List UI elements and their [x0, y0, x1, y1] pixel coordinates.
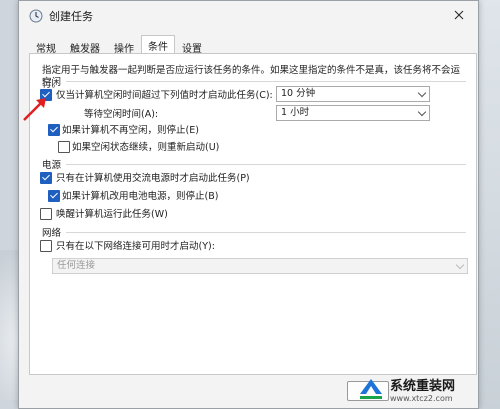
restart-if-idle-label: 如果空闲状态继续，则重新启动(U)	[72, 142, 220, 153]
restart-if-idle-checkbox[interactable]	[58, 141, 70, 153]
wait-duration-select[interactable]: 1 小时	[276, 105, 430, 121]
stop-on-battery-label: 如果计算机改用电池电源，则停止(B)	[62, 191, 219, 202]
network-checkbox[interactable]	[40, 240, 52, 252]
create-task-dialog: 创建任务 常规 触发器 操作 条件 设置 指定用于与触发器一起判断是否应运行该任…	[18, 0, 479, 409]
chevron-down-icon	[455, 260, 465, 270]
network-connection-select[interactable]: 任何连接	[52, 258, 468, 274]
watermark-url: www.xtcz2.com	[390, 393, 453, 403]
chevron-down-icon	[417, 88, 427, 98]
network-section-divider	[66, 232, 466, 233]
titlebar: 创建任务	[19, 1, 478, 31]
background-right	[476, 0, 500, 409]
wake-checkbox[interactable]	[40, 208, 52, 220]
tab-conditions[interactable]: 条件	[141, 35, 175, 55]
wait-for-idle-label: 等待空闲时间(A):	[84, 109, 159, 120]
chevron-down-icon	[417, 107, 427, 117]
ac-only-checkbox[interactable]	[40, 172, 52, 184]
power-section-divider	[66, 164, 466, 165]
stop-if-not-idle-checkbox[interactable]	[48, 124, 60, 136]
start-if-idle-label: 仅当计算机空闲时间超过下列值时才启动此任务(C):	[56, 90, 273, 101]
watermark-text: 系统重装网	[390, 378, 456, 394]
idle-duration-select[interactable]: 10 分钟	[276, 86, 430, 102]
watermark: 系统重装网 www.xtcz2.com	[356, 368, 500, 409]
network-label: 只有在以下网络连接可用时才启动(Y):	[56, 241, 215, 252]
stop-if-not-idle-label: 如果计算机不再空闲，则停止(E)	[62, 125, 199, 136]
idle-duration-value: 10 分钟	[281, 88, 316, 99]
wake-label: 唤醒计算机运行此任务(W)	[56, 209, 168, 220]
network-section-label: 网络	[42, 228, 62, 239]
site-logo-icon	[360, 378, 382, 399]
network-connection-value: 任何连接	[57, 260, 96, 271]
idle-section-divider	[66, 81, 466, 82]
watermark-text-group: 系统重装网 www.xtcz2.com	[390, 375, 455, 403]
conditions-panel: 指定用于与触发器一起判断是否应运行该任务的条件。如果这里指定的条件不是真，该任务…	[29, 53, 477, 375]
ac-only-label: 只有在计算机使用交流电源时才启动此任务(P)	[56, 173, 250, 184]
idle-section-label: 空闲	[42, 77, 62, 88]
wait-duration-value: 1 小时	[281, 107, 310, 118]
close-button[interactable]	[446, 4, 472, 26]
red-arrow-annotation	[23, 98, 46, 121]
window-title: 创建任务	[49, 10, 93, 23]
clock-icon	[29, 9, 43, 23]
stop-on-battery-checkbox[interactable]	[48, 190, 60, 202]
close-icon	[454, 10, 464, 20]
power-section-label: 电源	[42, 160, 62, 171]
